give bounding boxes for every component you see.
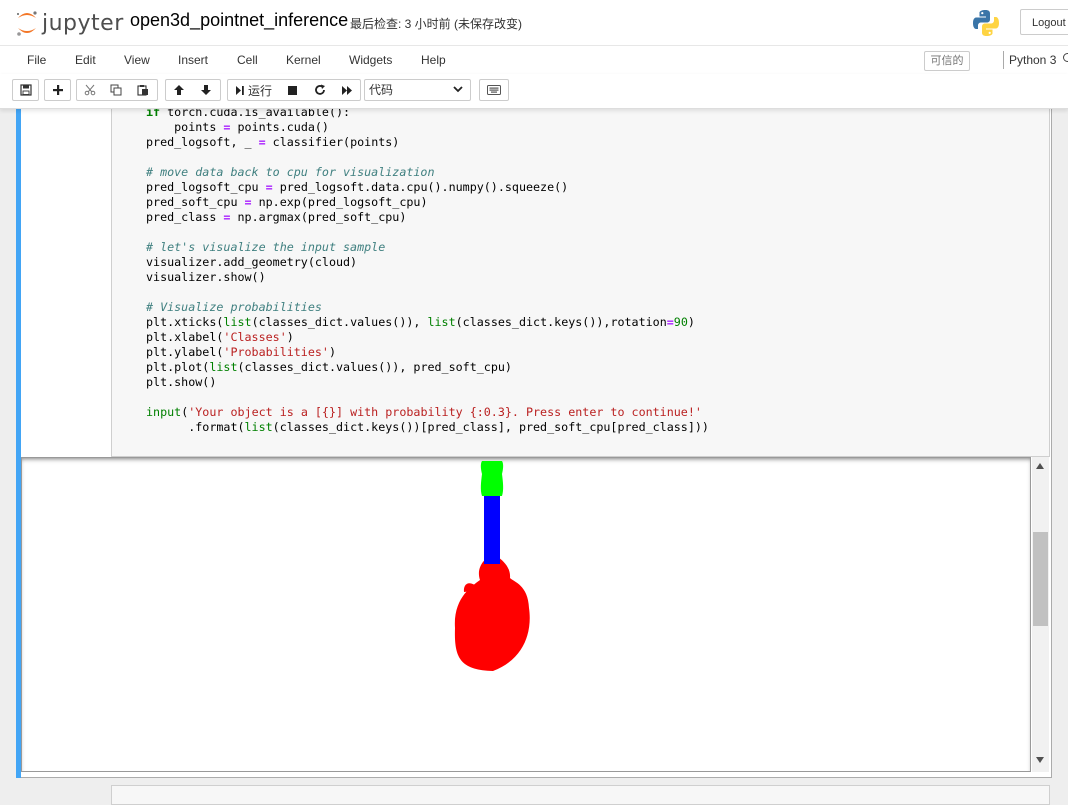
plus-icon xyxy=(52,85,63,95)
code-line: plt.xticks(list(classes_dict.values()), … xyxy=(146,315,695,329)
notebook-name[interactable]: open3d_pointnet_inference xyxy=(130,10,348,31)
chevron-down-icon xyxy=(453,86,463,93)
scroll-down-icon[interactable] xyxy=(1036,757,1044,763)
jupyter-logo[interactable]: jupyter xyxy=(15,8,124,38)
code-line: # Visualize probabilities xyxy=(146,300,322,314)
copy-button[interactable] xyxy=(102,79,130,101)
guitar-head xyxy=(480,461,504,496)
run-button[interactable]: 运行 xyxy=(227,79,280,101)
menu-file[interactable]: File xyxy=(27,53,46,67)
guitar-neck xyxy=(484,492,500,564)
python-logo-icon xyxy=(972,9,1000,42)
menubar: File Edit View Insert Cell Kernel Widget… xyxy=(0,46,1068,74)
notebook-area: if torch.cuda.is_available(): points = p… xyxy=(0,105,1068,805)
code-line: plt.plot(list(classes_dict.values()), pr… xyxy=(146,360,512,374)
header: jupyter open3d_pointnet_inference 最后检查: … xyxy=(0,0,1068,46)
output-area[interactable] xyxy=(21,457,1031,772)
logout-button[interactable]: Logout xyxy=(1020,9,1068,35)
kernel-status-icon xyxy=(1063,53,1068,62)
code-line: .format(list(classes_dict.keys())[pred_c… xyxy=(146,420,709,434)
menu-edit[interactable]: Edit xyxy=(75,53,96,67)
run-label: 运行 xyxy=(247,83,272,98)
code-line: plt.ylabel('Probabilities') xyxy=(146,345,337,359)
guitar-body xyxy=(454,557,530,671)
kernel-separator xyxy=(1003,51,1004,69)
code-line: plt.show() xyxy=(146,375,217,389)
menu-view[interactable]: View xyxy=(124,53,150,67)
arrow-down-icon xyxy=(201,85,211,95)
save-button[interactable] xyxy=(12,79,39,101)
run-icon xyxy=(235,85,244,95)
scroll-thumb[interactable] xyxy=(1033,532,1048,626)
code-line: visualizer.show() xyxy=(146,270,266,284)
menu-widgets[interactable]: Widgets xyxy=(349,53,392,67)
menu-help[interactable]: Help xyxy=(421,53,446,67)
interrupt-button[interactable] xyxy=(279,79,307,101)
paste-button[interactable] xyxy=(129,79,158,101)
cell-type-value: 代码 xyxy=(369,83,394,97)
code-line: pred_soft_cpu = np.exp(pred_logsoft_cpu) xyxy=(146,195,428,209)
restart-icon xyxy=(314,84,325,95)
code-line: # move data back to cpu for visualizatio… xyxy=(146,165,435,179)
selected-cell-indicator xyxy=(16,108,21,778)
next-code-cell[interactable] xyxy=(111,785,1050,805)
keyboard-icon xyxy=(487,85,501,95)
code-line: visualizer.add_geometry(cloud) xyxy=(146,255,358,269)
jupyter-logo-icon xyxy=(17,11,37,36)
command-palette-button[interactable] xyxy=(479,79,509,101)
code-text: if torch.cuda.is_available(): points = p… xyxy=(146,105,709,435)
point-cloud-render xyxy=(454,461,530,671)
code-line: pred_logsoft, _ = classifier(points) xyxy=(146,135,400,149)
toolbar: 运行 代码 xyxy=(0,74,1068,109)
menu-kernel[interactable]: Kernel xyxy=(286,53,321,67)
code-line: pred_logsoft_cpu = pred_logsoft.data.cpu… xyxy=(146,180,569,194)
paste-icon xyxy=(137,85,148,96)
scroll-up-icon[interactable] xyxy=(1036,463,1044,469)
menu-insert[interactable]: Insert xyxy=(178,53,208,67)
scissors-icon xyxy=(84,84,95,96)
menu-cell[interactable]: Cell xyxy=(237,53,258,67)
logo-text: jupyter xyxy=(42,10,124,36)
insert-cell-button[interactable] xyxy=(44,79,71,101)
restart-button[interactable] xyxy=(306,79,334,101)
save-icon xyxy=(19,84,32,96)
restart-run-all-button[interactable] xyxy=(333,79,361,101)
cut-button[interactable] xyxy=(76,79,103,101)
copy-icon xyxy=(110,84,121,96)
trusted-indicator[interactable]: 可信的 xyxy=(924,51,970,71)
checkpoint-status: 最后检查: 3 小时前 (未保存改变) xyxy=(350,17,523,31)
kernel-name: Python 3 xyxy=(1009,53,1057,67)
arrow-up-icon xyxy=(174,85,184,95)
move-down-button[interactable] xyxy=(192,79,221,101)
fast-forward-icon xyxy=(341,85,352,95)
cell-type-select[interactable]: 代码 xyxy=(364,79,471,101)
output-scrollbar[interactable] xyxy=(1032,457,1049,772)
code-line: input('Your object is a [{}] with probab… xyxy=(146,405,702,419)
code-line: plt.xlabel('Classes') xyxy=(146,330,294,344)
code-line: # let's visualize the input sample xyxy=(146,240,386,254)
stop-icon xyxy=(288,85,297,95)
move-up-button[interactable] xyxy=(165,79,193,101)
code-line: points = points.cuda() xyxy=(146,120,329,134)
code-line: pred_class = np.argmax(pred_soft_cpu) xyxy=(146,210,407,224)
